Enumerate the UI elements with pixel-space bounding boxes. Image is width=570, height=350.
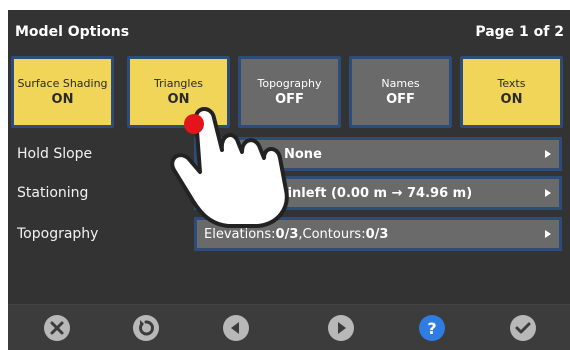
next-icon bbox=[338, 322, 346, 334]
tap-hand-icon bbox=[170, 107, 289, 228]
topography-label: Topography bbox=[17, 226, 99, 242]
footer-toolbar: ? bbox=[8, 304, 570, 350]
chevron-right-icon bbox=[545, 189, 551, 197]
names-toggle[interactable]: Names OFF bbox=[349, 56, 452, 128]
toggle-label: Texts bbox=[497, 77, 526, 90]
reset-icon bbox=[139, 320, 154, 336]
model-options-screen: Model Options Page 1 of 2 Surface Shadin… bbox=[8, 10, 570, 350]
chevron-right-icon bbox=[545, 150, 551, 158]
toggle-state: OFF bbox=[386, 92, 415, 107]
next-button[interactable] bbox=[328, 315, 354, 341]
reset-button[interactable] bbox=[133, 315, 159, 341]
stationing-label: Stationing bbox=[17, 185, 89, 201]
help-button[interactable]: ? bbox=[419, 315, 445, 341]
contours-value: 0/3 bbox=[365, 226, 389, 242]
toggle-state: ON bbox=[51, 92, 74, 107]
elevations-value: 0/3 bbox=[275, 226, 299, 242]
page-indicator: Page 1 of 2 bbox=[475, 24, 564, 40]
toggle-label: Names bbox=[381, 77, 420, 90]
texts-toggle[interactable]: Texts ON bbox=[460, 56, 563, 128]
help-glyph: ? bbox=[427, 319, 436, 338]
previous-button[interactable] bbox=[223, 315, 249, 341]
help-icon: ? bbox=[427, 319, 436, 338]
close-button[interactable] bbox=[44, 315, 70, 341]
toggle-label: Topography bbox=[257, 77, 322, 90]
toggle-state: ON bbox=[500, 92, 523, 107]
confirm-button[interactable] bbox=[510, 315, 536, 341]
toggle-label: Surface Shading bbox=[17, 77, 108, 90]
previous-icon bbox=[231, 322, 239, 334]
contours-label: Contours: bbox=[302, 226, 366, 242]
confirm-icon bbox=[515, 322, 531, 334]
elevations-label: Elevations: bbox=[204, 226, 276, 242]
touch-point-icon bbox=[184, 114, 204, 134]
chevron-right-icon bbox=[545, 230, 551, 238]
surface-shading-toggle[interactable]: Surface Shading ON bbox=[11, 56, 114, 128]
toggle-label: Triangles bbox=[154, 77, 203, 90]
hold-slope-label: Hold Slope bbox=[17, 146, 93, 162]
page-title: Model Options bbox=[15, 24, 130, 40]
close-icon bbox=[50, 321, 64, 335]
header-bar: Model Options Page 1 of 2 bbox=[8, 10, 570, 54]
